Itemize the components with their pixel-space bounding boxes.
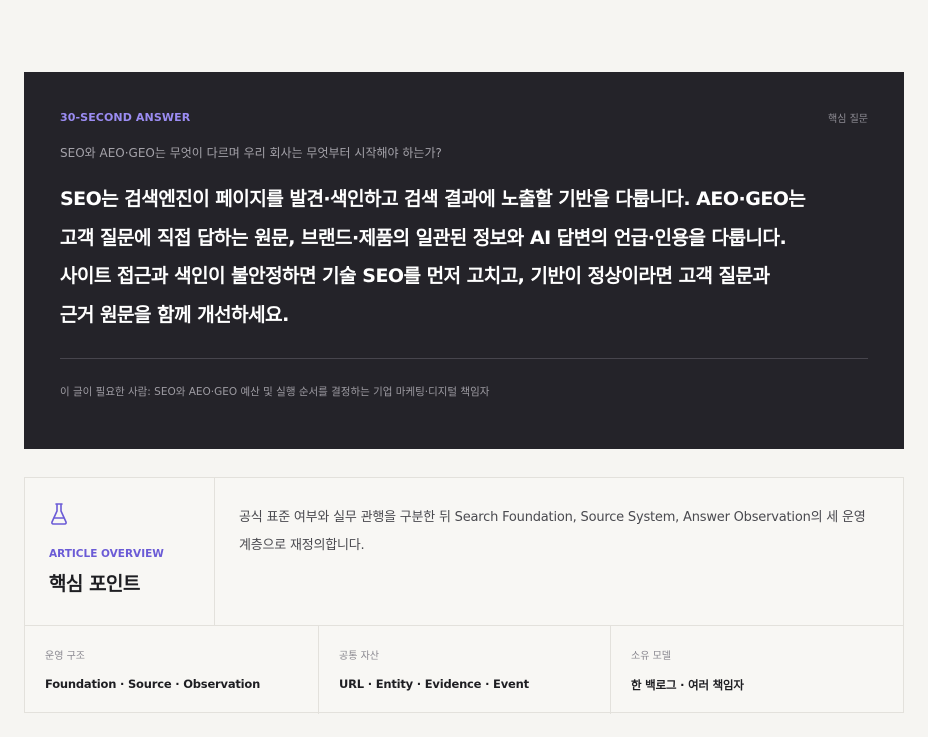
overview-top: ARTICLE OVERVIEW 핵심 포인트 공식 표준 여부와 실무 관행을…: [25, 478, 903, 626]
answer-question: SEO와 AEO·GEO는 무엇이 다르며 우리 회사는 무엇부터 시작해야 하…: [60, 146, 442, 160]
answer-header: 30-SECOND ANSWER 핵심 질문: [60, 110, 868, 125]
cell-label: 공통 자산: [339, 651, 379, 662]
cell-value: 한 백로그 · 여러 책임자: [631, 678, 744, 692]
overview-eyebrow: ARTICLE OVERVIEW: [49, 548, 164, 560]
answer-eyebrow: 30-SECOND ANSWER: [60, 111, 191, 124]
answer-divider: [60, 358, 868, 359]
answer-card: 30-SECOND ANSWER 핵심 질문 SEO와 AEO·GEO는 무엇이…: [24, 72, 904, 449]
question-tag: 핵심 질문: [828, 114, 868, 125]
article-overview: ARTICLE OVERVIEW 핵심 포인트 공식 표준 여부와 실무 관행을…: [24, 477, 904, 714]
audience-note: 이 글이 필요한 사람: SEO와 AEO·GEO 예산 및 실행 순서를 결정…: [60, 386, 490, 398]
cell-value: Foundation · Source · Observation: [45, 677, 261, 691]
overview-title: 핵심 포인트: [49, 573, 141, 595]
answer-body: SEO는 검색엔진이 페이지를 발견·색인하고 검색 결과에 노출할 기반을 다…: [60, 188, 806, 326]
overview-description: 공식 표준 여부와 실무 관행을 구분한 뒤 Search Foundation…: [239, 510, 866, 553]
flask-icon: [51, 503, 67, 525]
overview-grid: 운영 구조 Foundation · Source · Observation …: [25, 626, 903, 714]
overview-cell-ownership: 소유 모델 한 백로그 · 여러 책임자: [611, 626, 903, 714]
overview-cell-assets: 공통 자산 URL · Entity · Evidence · Event: [319, 626, 611, 714]
cell-label: 소유 모델: [631, 651, 671, 662]
overview-heading-block: ARTICLE OVERVIEW 핵심 포인트: [25, 478, 215, 625]
cell-value: URL · Entity · Evidence · Event: [339, 677, 529, 691]
overview-cell-structure: 운영 구조 Foundation · Source · Observation: [25, 626, 319, 714]
cell-label: 운영 구조: [45, 651, 85, 662]
